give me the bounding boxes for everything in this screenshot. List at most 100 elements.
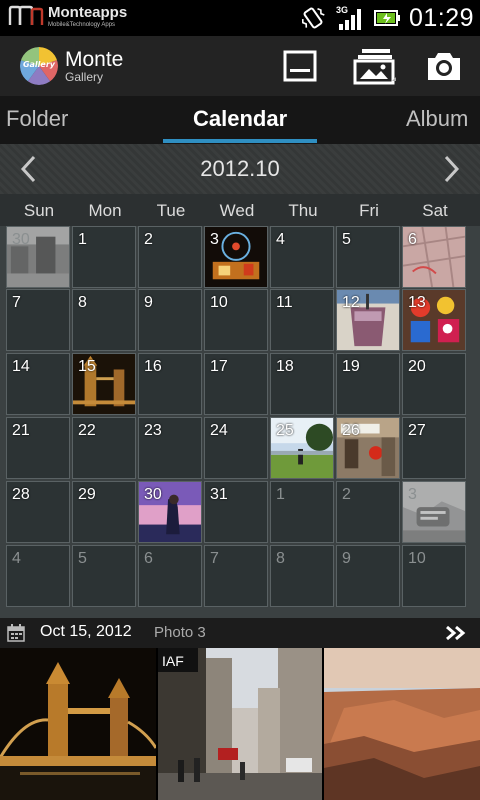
weekday-header: Sun Mon Tue Wed Thu Fri Sat bbox=[0, 194, 480, 226]
calendar-day-cell[interactable]: 14 bbox=[6, 353, 70, 415]
calendar-day-cell[interactable]: 16 bbox=[138, 353, 202, 415]
calendar-day-cell[interactable]: 5 bbox=[336, 226, 400, 288]
day-number: 10 bbox=[408, 550, 426, 567]
calendar-day-cell[interactable]: 11 bbox=[270, 289, 334, 351]
weekday-label: Wed bbox=[219, 201, 255, 220]
calendar-day-cell[interactable]: 8 bbox=[72, 289, 136, 351]
calendar-day-cell[interactable]: 13 bbox=[402, 289, 466, 351]
photo-count: Photo 3 bbox=[154, 624, 206, 641]
day-number: 4 bbox=[276, 231, 285, 248]
double-chevron-right-icon[interactable] bbox=[444, 624, 468, 642]
calendar-day-cell[interactable]: 2 bbox=[336, 481, 400, 543]
day-number: 25 bbox=[276, 422, 294, 439]
calendar-day-cell[interactable]: 30 bbox=[6, 226, 70, 288]
day-number: 17 bbox=[210, 358, 228, 375]
calendar-day-cell[interactable]: 15 bbox=[72, 353, 136, 415]
brand-tagline: Mobile&Technology Apps bbox=[48, 22, 116, 28]
day-number: 2 bbox=[342, 486, 351, 503]
day-number: 24 bbox=[210, 422, 228, 439]
calendar-day-cell[interactable]: 12 bbox=[336, 289, 400, 351]
calendar-day-cell[interactable]: 7 bbox=[6, 289, 70, 351]
day-number: 30 bbox=[144, 486, 162, 503]
camera-icon[interactable] bbox=[424, 46, 464, 86]
app-logo[interactable]: Gallery bbox=[20, 47, 58, 85]
albums-icon[interactable] bbox=[352, 46, 398, 86]
thumbnail-city-street[interactable]: IAF bbox=[158, 648, 322, 800]
thumbnail-canyon-sunset[interactable] bbox=[324, 648, 480, 800]
day-number: 19 bbox=[342, 358, 360, 375]
calendar-day-cell[interactable]: 9 bbox=[138, 289, 202, 351]
next-month-icon[interactable] bbox=[436, 154, 466, 184]
calendar-day-cell[interactable]: 29 bbox=[72, 481, 136, 543]
day-number: 7 bbox=[12, 294, 21, 311]
day-number: 9 bbox=[144, 294, 153, 311]
calendar-day-cell[interactable]: 10 bbox=[204, 289, 268, 351]
svg-text:IAF: IAF bbox=[162, 653, 184, 669]
battery-charging-icon bbox=[373, 10, 400, 26]
day-number: 6 bbox=[408, 231, 417, 248]
day-number: 27 bbox=[408, 422, 426, 439]
day-number: 3 bbox=[210, 231, 219, 248]
slideshow-icon[interactable] bbox=[280, 46, 320, 86]
tab-album[interactable]: Album bbox=[406, 106, 468, 132]
weekday-label: Mon bbox=[88, 201, 122, 220]
day-number: 20 bbox=[408, 358, 426, 375]
calendar-day-cell[interactable]: 23 bbox=[138, 417, 202, 479]
day-number: 5 bbox=[342, 231, 351, 248]
day-number: 16 bbox=[144, 358, 162, 375]
calendar-grid: 30 1 2 3 4 5 6 7 8 9 10 11 12 13 14 15 16 17 18 19 20 21 22 23 2… bbox=[0, 226, 480, 618]
clock: 01:29 bbox=[408, 3, 474, 32]
day-number: 8 bbox=[276, 550, 285, 567]
tab-folder[interactable]: Folder bbox=[6, 106, 68, 132]
day-number: 2 bbox=[144, 231, 153, 248]
calendar-day-cell[interactable]: 4 bbox=[6, 545, 70, 607]
month-label: 2012.10 bbox=[200, 156, 280, 181]
day-number: 6 bbox=[144, 550, 153, 567]
logo-text: Gallery bbox=[22, 60, 56, 69]
calendar-day-cell[interactable]: 6 bbox=[402, 226, 466, 288]
calendar-day-cell[interactable]: 6 bbox=[138, 545, 202, 607]
calendar-day-cell[interactable]: 3 bbox=[402, 481, 466, 543]
day-number: 30 bbox=[12, 231, 30, 248]
day-number: 18 bbox=[276, 358, 294, 375]
calendar-day-cell[interactable]: 22 bbox=[72, 417, 136, 479]
selection-info-bar: Oct 15, 2012 Photo 3 bbox=[0, 618, 480, 648]
calendar-day-cell[interactable]: 28 bbox=[6, 481, 70, 543]
calendar-day-cell[interactable]: 19 bbox=[336, 353, 400, 415]
calendar-day-cell[interactable]: 1 bbox=[72, 226, 136, 288]
day-number: 11 bbox=[276, 294, 293, 311]
calendar-day-cell[interactable]: 5 bbox=[72, 545, 136, 607]
calendar-day-cell[interactable]: 21 bbox=[6, 417, 70, 479]
calendar-day-cell[interactable]: 8 bbox=[270, 545, 334, 607]
calendar-day-cell[interactable]: 25 bbox=[270, 417, 334, 479]
calendar-day-cell[interactable]: 2 bbox=[138, 226, 202, 288]
calendar-day-cell[interactable]: 20 bbox=[402, 353, 466, 415]
app-bar: Gallery Monte Gallery bbox=[0, 36, 480, 96]
calendar-day-cell[interactable]: 17 bbox=[204, 353, 268, 415]
calendar-day-cell[interactable]: 7 bbox=[204, 545, 268, 607]
vibrate-icon bbox=[301, 7, 325, 29]
calendar-day-cell[interactable]: 10 bbox=[402, 545, 466, 607]
weekday-label: Fri bbox=[359, 201, 379, 220]
monteapps-logo-icon bbox=[8, 5, 44, 25]
thumbnail-strip: IAF bbox=[0, 648, 480, 800]
calendar-day-cell[interactable]: 26 bbox=[336, 417, 400, 479]
calendar-day-cell[interactable]: 1 bbox=[270, 481, 334, 543]
app-subtitle: Gallery bbox=[65, 70, 104, 84]
calendar-day-cell[interactable]: 30 bbox=[138, 481, 202, 543]
calendar-day-cell[interactable]: 18 bbox=[270, 353, 334, 415]
brand: Monteapps Mobile&Technology Apps bbox=[8, 5, 127, 29]
day-number: 1 bbox=[78, 231, 87, 248]
calendar-day-cell[interactable]: 3 bbox=[204, 226, 268, 288]
calendar-icon bbox=[7, 624, 25, 642]
calendar-day-cell[interactable]: 4 bbox=[270, 226, 334, 288]
day-number: 5 bbox=[78, 550, 87, 567]
tab-calendar[interactable]: Calendar bbox=[193, 106, 287, 132]
thumbnail-tower-bridge-night[interactable] bbox=[0, 648, 156, 800]
day-number: 31 bbox=[210, 486, 228, 503]
calendar-day-cell[interactable]: 24 bbox=[204, 417, 268, 479]
calendar-day-cell[interactable]: 31 bbox=[204, 481, 268, 543]
calendar-day-cell[interactable]: 9 bbox=[336, 545, 400, 607]
calendar-day-cell[interactable]: 27 bbox=[402, 417, 466, 479]
day-number: 4 bbox=[12, 550, 21, 567]
